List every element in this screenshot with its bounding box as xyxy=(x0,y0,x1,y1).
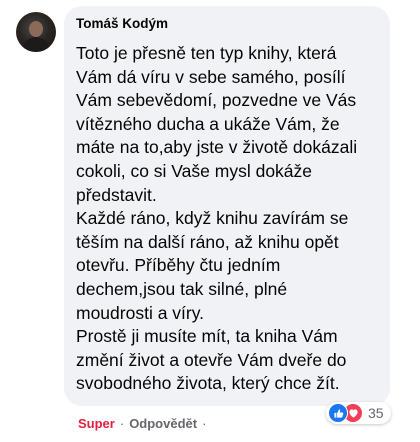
avatar-face xyxy=(29,21,43,37)
comment-line: Prostě ji musíte mít, ta kniha Vám xyxy=(76,326,338,347)
comment-line: představit. xyxy=(76,184,157,205)
comment-line: cokoli, co si Vaše mysl dokáže xyxy=(76,160,313,181)
separator: · xyxy=(202,416,207,431)
comment-actions: Super · Odpovědět · xyxy=(78,416,211,431)
comment-line: těším na další ráno, až knihu opět xyxy=(76,231,339,252)
separator: · xyxy=(119,416,125,431)
comment-line: dechem,jsou tak silné, plné xyxy=(76,278,288,299)
comment-text: Toto je přesně ten typ knihy, která Vám … xyxy=(76,42,386,396)
reaction-button[interactable]: Super xyxy=(78,416,115,431)
comment-line: svobodného života, který chce žít. xyxy=(76,373,340,394)
comment-line: Vám sebevědomí, pozvedne ve Vás xyxy=(76,90,357,111)
reactions-summary[interactable]: 35 xyxy=(326,402,391,424)
comment-line: Každé ráno, když knihu zavírám se xyxy=(76,208,349,229)
like-icon xyxy=(328,403,348,423)
avatar-shoulders xyxy=(22,37,50,52)
reaction-count: 35 xyxy=(368,405,384,421)
comment-line: Toto je přesně ten typ knihy, která xyxy=(76,43,337,63)
comment-line: moudrosti a víry. xyxy=(76,302,205,323)
comment-line: vítězného ducha a ukáže Vám, že xyxy=(76,113,340,134)
comment-line: změní život a otevře Vám dveře do xyxy=(76,349,347,370)
comment-line: Vám dá víru v sebe samého, posílí xyxy=(76,66,346,87)
comment-author[interactable]: Tomáš Kodým xyxy=(76,16,168,31)
avatar[interactable] xyxy=(16,12,56,52)
comment-line: máte na to,aby jste v životě dokázali xyxy=(76,137,358,158)
comment-line: otevřu. Příběhy čtu jedním xyxy=(76,255,281,276)
comment-bubble: Tomáš Kodým Toto je přesně ten typ knihy… xyxy=(64,6,390,406)
reply-button[interactable]: Odpovědět xyxy=(129,416,197,431)
